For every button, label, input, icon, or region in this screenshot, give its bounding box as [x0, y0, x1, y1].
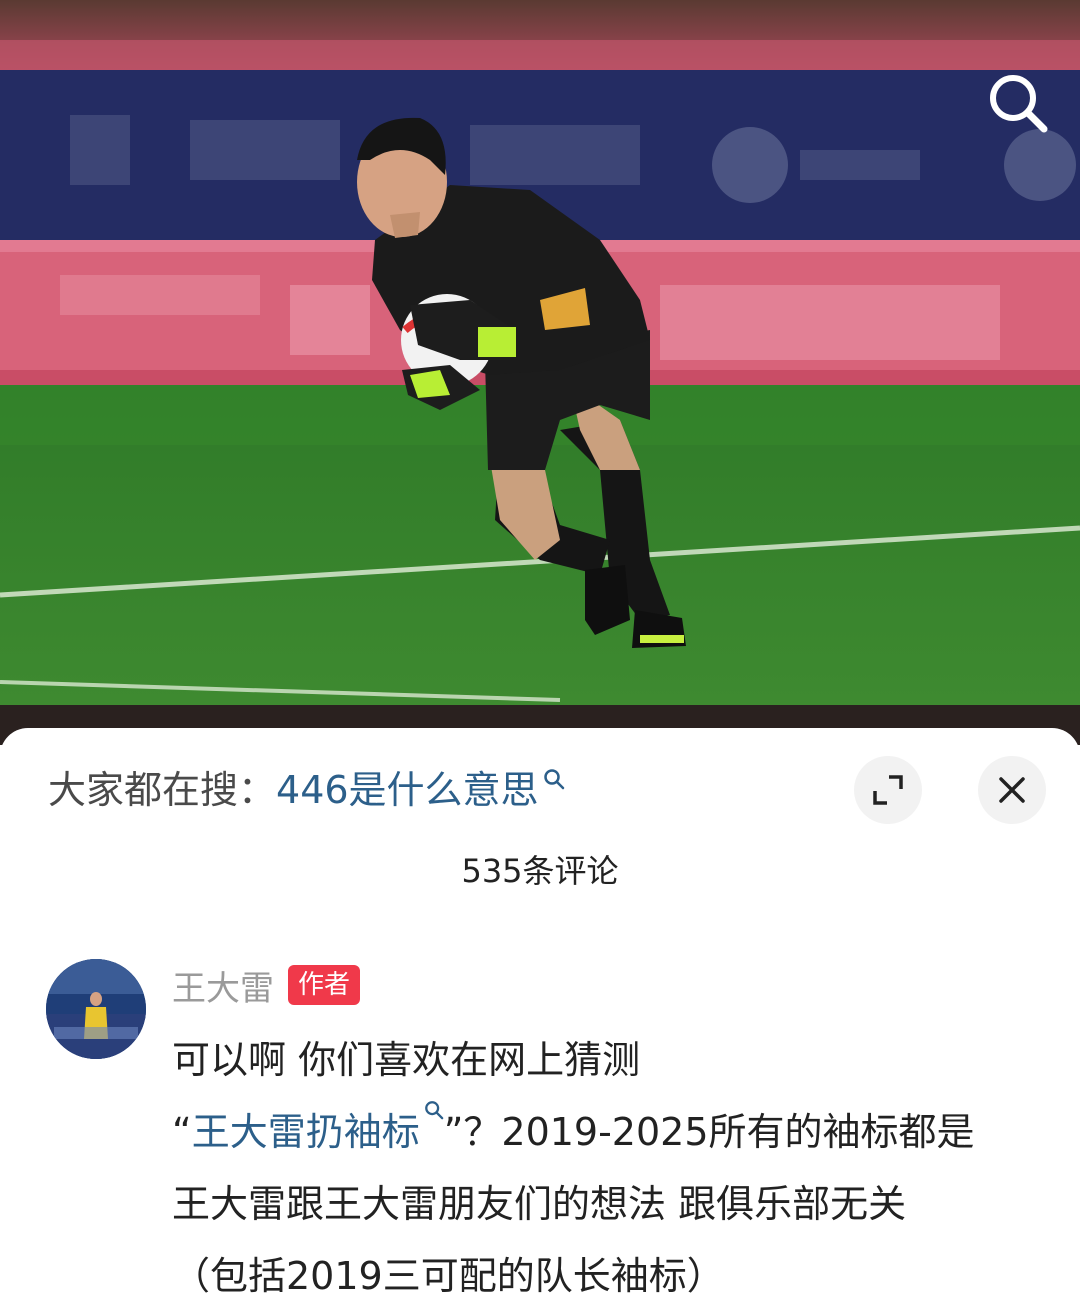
- quote-open: “: [172, 1110, 192, 1154]
- topic-link-text: 王大雷扔袖标: [191, 1110, 420, 1154]
- hot-search-prefix: 大家都在搜：: [48, 768, 277, 812]
- author-badge: 作者: [288, 965, 361, 1005]
- hot-search-query: 446是什么意思: [276, 768, 539, 812]
- comment-line-partial: （包括2019三可配的队长袖标）: [172, 1254, 725, 1298]
- avatar[interactable]: [46, 959, 146, 1059]
- topic-link[interactable]: 王大雷扔袖标: [191, 1101, 444, 1154]
- comment-line: 王大雷跟王大雷朋友们的想法 跟俱乐部无关: [172, 1182, 907, 1226]
- comment-body: 可以啊 你们喜欢在网上猜测 “王大雷扔袖标 ”？2019-2025所有的袖标都是 …: [172, 1024, 1052, 1312]
- photo-search-button[interactable]: [984, 70, 1054, 140]
- expand-icon: [873, 775, 903, 805]
- author-row: 王大雷 作者: [172, 961, 361, 1010]
- comment-count: 535条评论: [461, 852, 619, 890]
- close-button[interactable]: [978, 756, 1046, 824]
- search-icon: [543, 769, 564, 790]
- hot-search-query-link[interactable]: 446是什么意思: [276, 768, 565, 812]
- avatar-image: [46, 959, 146, 1059]
- hot-search-bar: 大家都在搜：446是什么意思: [48, 764, 565, 816]
- goalkeeper-photo: [0, 0, 1080, 705]
- expand-button[interactable]: [854, 756, 922, 824]
- post-photo[interactable]: [0, 0, 1080, 705]
- comment-line: “王大雷扔袖标 ”？2019-2025所有的袖标都是: [172, 1096, 1052, 1168]
- search-icon: [424, 1101, 444, 1120]
- comment-sheet: 大家都在搜：446是什么意思 535条评论 王大雷 作者 可以啊 你们喜欢在网上…: [0, 728, 1080, 1298]
- comment-line-rest: ”？2019-2025所有的袖标都是: [443, 1110, 975, 1154]
- close-icon: [999, 777, 1025, 803]
- search-icon: [990, 75, 1048, 133]
- comment-line: 可以啊 你们喜欢在网上猜测: [172, 1038, 641, 1082]
- author-name[interactable]: 王大雷: [172, 961, 274, 1010]
